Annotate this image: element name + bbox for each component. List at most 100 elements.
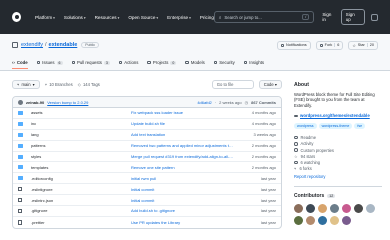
file-name[interactable]: .prettier (31, 220, 131, 225)
star-button[interactable]: ☆ Star 20 (348, 40, 378, 50)
file-commit-message[interactable]: Removed two patterns and applied minor a… (131, 143, 240, 148)
file-commit-message[interactable]: Fix webpack sss loader issue (131, 110, 240, 115)
file-name[interactable]: assets (31, 110, 131, 115)
file-date: 4 months ago (251, 110, 276, 116)
commits-count[interactable]: 867 Commits (251, 100, 276, 105)
file-name[interactable]: .eslintignore (31, 187, 131, 192)
branches-link[interactable]: ⑂ 10 Branches (45, 82, 73, 87)
file-name[interactable]: styles (31, 154, 131, 159)
report-repository-link[interactable]: Report repository (294, 174, 382, 179)
file-commit-message[interactable]: Add build.sh to .gitignore (131, 208, 240, 213)
repo-name-link[interactable]: extendable (49, 42, 78, 48)
file-name[interactable]: .gitignore (31, 208, 131, 213)
file-name[interactable]: patterns (31, 143, 131, 148)
tab-code[interactable]: ‹› Code (12, 60, 28, 69)
link-icon (294, 114, 298, 117)
avatar[interactable] (366, 204, 375, 214)
table-row[interactable]: .gitignore Add build.sh to .gitignore last… (13, 206, 281, 217)
table-row[interactable]: templates Remove one site pattern 2 months… (13, 162, 281, 174)
homepage-link-label: wordpress.org/themes/extendable (300, 113, 370, 119)
search-input[interactable]: ⌕ Search or jump to... / (213, 11, 315, 23)
file-commit-message[interactable]: Initial commit (131, 198, 240, 203)
file-date: last year (260, 208, 276, 214)
nav-open-source[interactable]: Open Source▾ (128, 15, 158, 20)
topic-tag[interactable]: fse (354, 123, 366, 130)
nav-solutions-label: Solutions (63, 14, 83, 20)
avatar[interactable] (354, 204, 363, 214)
table-row[interactable]: .prettier Use PR updates the Library last … (13, 217, 281, 228)
tab-pull-requests[interactable]: Pull requests 3 (71, 60, 110, 68)
tab-insights[interactable]: Insights (243, 60, 265, 68)
file-commit-message[interactable]: Use PR updates the Library (131, 220, 240, 225)
github-logo-icon[interactable] (12, 12, 22, 22)
file-name[interactable]: .editorconfig (31, 176, 131, 181)
file-icon (18, 197, 22, 203)
file-name[interactable]: .eslintrc.json (31, 198, 131, 203)
branch-selector-button[interactable]: ⑂ main ▾ (12, 80, 40, 89)
table-row[interactable]: .eslintrc.json Initial commit last year (13, 195, 281, 207)
file-name[interactable]: inc (31, 121, 131, 126)
table-row[interactable]: patterns Removed two patterns and applied… (13, 141, 281, 152)
file-commit-message[interactable]: Merge pull request #319 from extendify/a… (131, 154, 240, 159)
table-row[interactable]: .eslintignore Initial commit last year (13, 184, 281, 196)
avatar[interactable] (318, 216, 327, 226)
table-row[interactable]: .editorconfig initial rwm pull last year (13, 173, 281, 185)
avatar[interactable] (330, 216, 339, 226)
tab-security[interactable]: Security (213, 60, 235, 68)
nav-resources[interactable]: Resources▾ (95, 15, 120, 20)
nav-platform[interactable]: Platform▾ (35, 15, 55, 20)
homepage-link[interactable]: wordpress.org/themes/extendable (294, 113, 382, 118)
repo-owner-link[interactable]: extendify (21, 42, 43, 48)
commit-hash[interactable]: 4d6afd2 (197, 100, 211, 105)
menu-icon[interactable] (370, 13, 378, 21)
avatar[interactable] (294, 216, 303, 226)
file-commit-message[interactable]: Initial commit (131, 187, 240, 192)
avatar[interactable] (330, 204, 339, 214)
chevron-down-icon: ▾ (83, 15, 86, 20)
file-name[interactable]: templates (31, 165, 131, 170)
tab-issues[interactable]: Issues 6 (36, 60, 63, 68)
avatar[interactable] (306, 216, 315, 226)
avatar[interactable] (342, 204, 351, 214)
avatar[interactable] (294, 204, 303, 214)
nav-enterprise[interactable]: Enterprise▾ (167, 15, 191, 20)
repo-header: extendify / extendable Public Notificati… (0, 34, 390, 71)
avatar[interactable] (342, 216, 351, 226)
file-name[interactable]: lang (31, 132, 131, 137)
avatar[interactable] (318, 204, 327, 214)
sign-up-button[interactable]: Sign up (340, 9, 365, 25)
avatar[interactable] (306, 204, 315, 214)
sign-in-link[interactable]: Sign in (322, 12, 334, 22)
notifications-button[interactable]: Notifications (276, 40, 311, 50)
topic-tag[interactable]: wordpress-theme (318, 123, 353, 130)
table-row[interactable]: inc Update build.sh file 4 months ago (13, 119, 281, 130)
commit-author[interactable]: zeinab-90 (26, 100, 44, 105)
tab-projects[interactable]: Projects 0 (147, 60, 177, 68)
file-commit-message[interactable]: Add text translation (131, 132, 240, 137)
play-icon (118, 60, 123, 65)
nav-pricing[interactable]: Pricing (200, 15, 214, 20)
nav-solutions[interactable]: Solutions▾ (64, 15, 86, 20)
tab-models[interactable]: Models (185, 60, 205, 68)
tab-insights-label: Insights (249, 60, 265, 65)
file-commit-message[interactable]: Update build.sh file (131, 121, 240, 126)
repo-icon (12, 42, 18, 48)
avatar[interactable] (18, 99, 23, 105)
commit-meta: 4d6afd2 · 2 weeks ago ◷ 867 Commits (197, 100, 276, 105)
tags-link[interactable]: ◇ 144 Tags (78, 82, 100, 87)
file-commit-message[interactable]: initial rwm pull (131, 176, 240, 181)
tab-actions[interactable]: Actions (118, 60, 138, 68)
fork-button[interactable]: Fork 6 (315, 40, 344, 50)
about-heading: About (294, 82, 309, 88)
topic-tag[interactable]: wordpress (294, 123, 317, 130)
contributors-heading[interactable]: Contributors 12 (294, 193, 382, 199)
code-dropdown-button[interactable]: Code ▾ (258, 80, 282, 89)
go-to-file-input[interactable]: Go to file (211, 80, 254, 89)
forks-link[interactable]: ⑂ 6 forks (294, 166, 382, 172)
table-row[interactable]: assets Fix webpack sss loader issue 4 mont… (13, 108, 281, 119)
commit-message[interactable]: Version bump to 2.0.29 (47, 100, 88, 105)
file-commit-message[interactable]: Remove one site pattern (131, 165, 240, 170)
table-row[interactable]: styles Merge pull request #319 from exten… (13, 152, 281, 163)
table-row[interactable]: lang Add text translation 3 weeks ago (13, 130, 281, 141)
fork-icon (319, 43, 323, 47)
